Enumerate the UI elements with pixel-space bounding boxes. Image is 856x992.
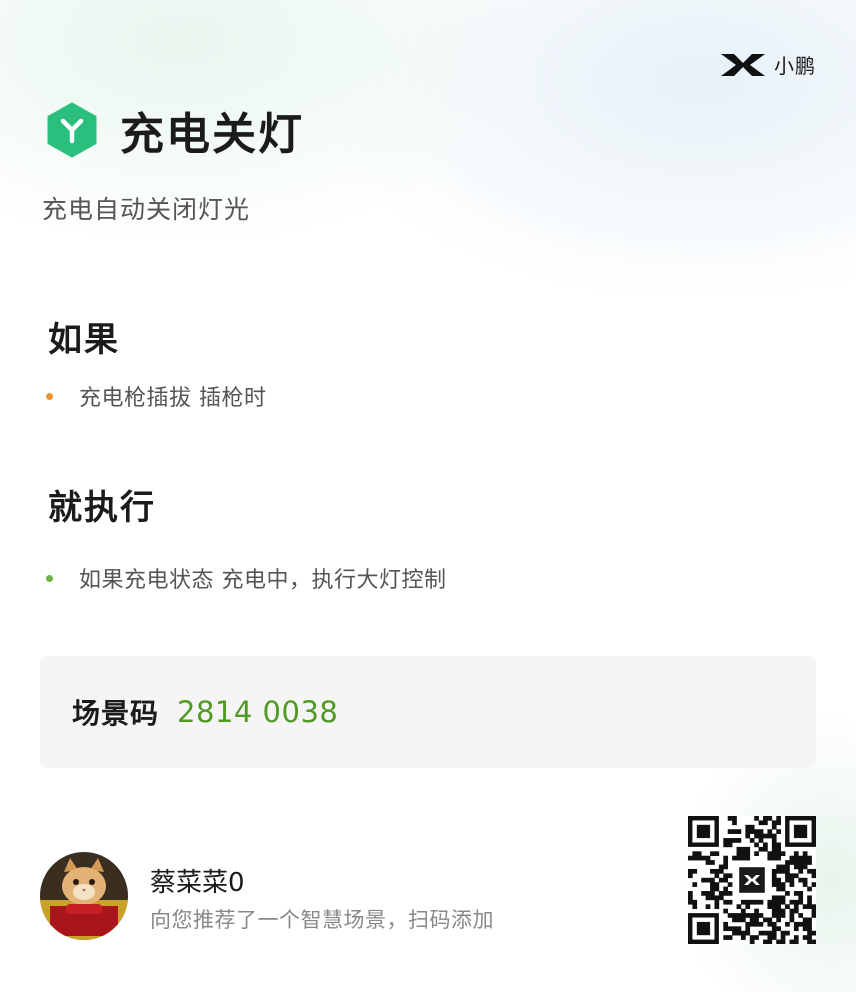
- scene-title: 充电关灯: [120, 109, 304, 160]
- scene-header: 充电关灯: [46, 98, 304, 162]
- sharer-name: 蔡菜菜0: [150, 868, 245, 898]
- action-item: 如果充电状态 充电中，执行大灯控制: [46, 562, 447, 594]
- action-heading: 就执行: [48, 488, 156, 528]
- brand-logo: 小鹏: [720, 50, 816, 79]
- xpeng-logo-icon: [720, 52, 766, 78]
- cat-avatar: [40, 852, 128, 940]
- scene-code-card: 场景码 2814 0038: [40, 656, 816, 768]
- condition-heading: 如果: [48, 320, 120, 360]
- action-text: 如果充电状态 充电中，执行大灯控制: [79, 568, 447, 593]
- scene-code-value[interactable]: 2814 0038: [177, 695, 338, 729]
- bullet-dot: [46, 392, 53, 400]
- qr-code-icon[interactable]: [688, 816, 816, 944]
- scene-code-label: 场景码: [72, 697, 160, 730]
- condition-item: 充电枪插拔 插枪时: [46, 380, 267, 412]
- scene-hexagon-icon: [46, 102, 98, 158]
- condition-text: 充电枪插拔 插枪时: [79, 386, 267, 411]
- scene-description: 充电自动关闭灯光: [42, 195, 251, 224]
- brand-name: 小鹏: [774, 54, 816, 78]
- share-message: 向您推荐了一个智慧场景，扫码添加: [150, 908, 494, 932]
- bullet-dot: [46, 574, 53, 582]
